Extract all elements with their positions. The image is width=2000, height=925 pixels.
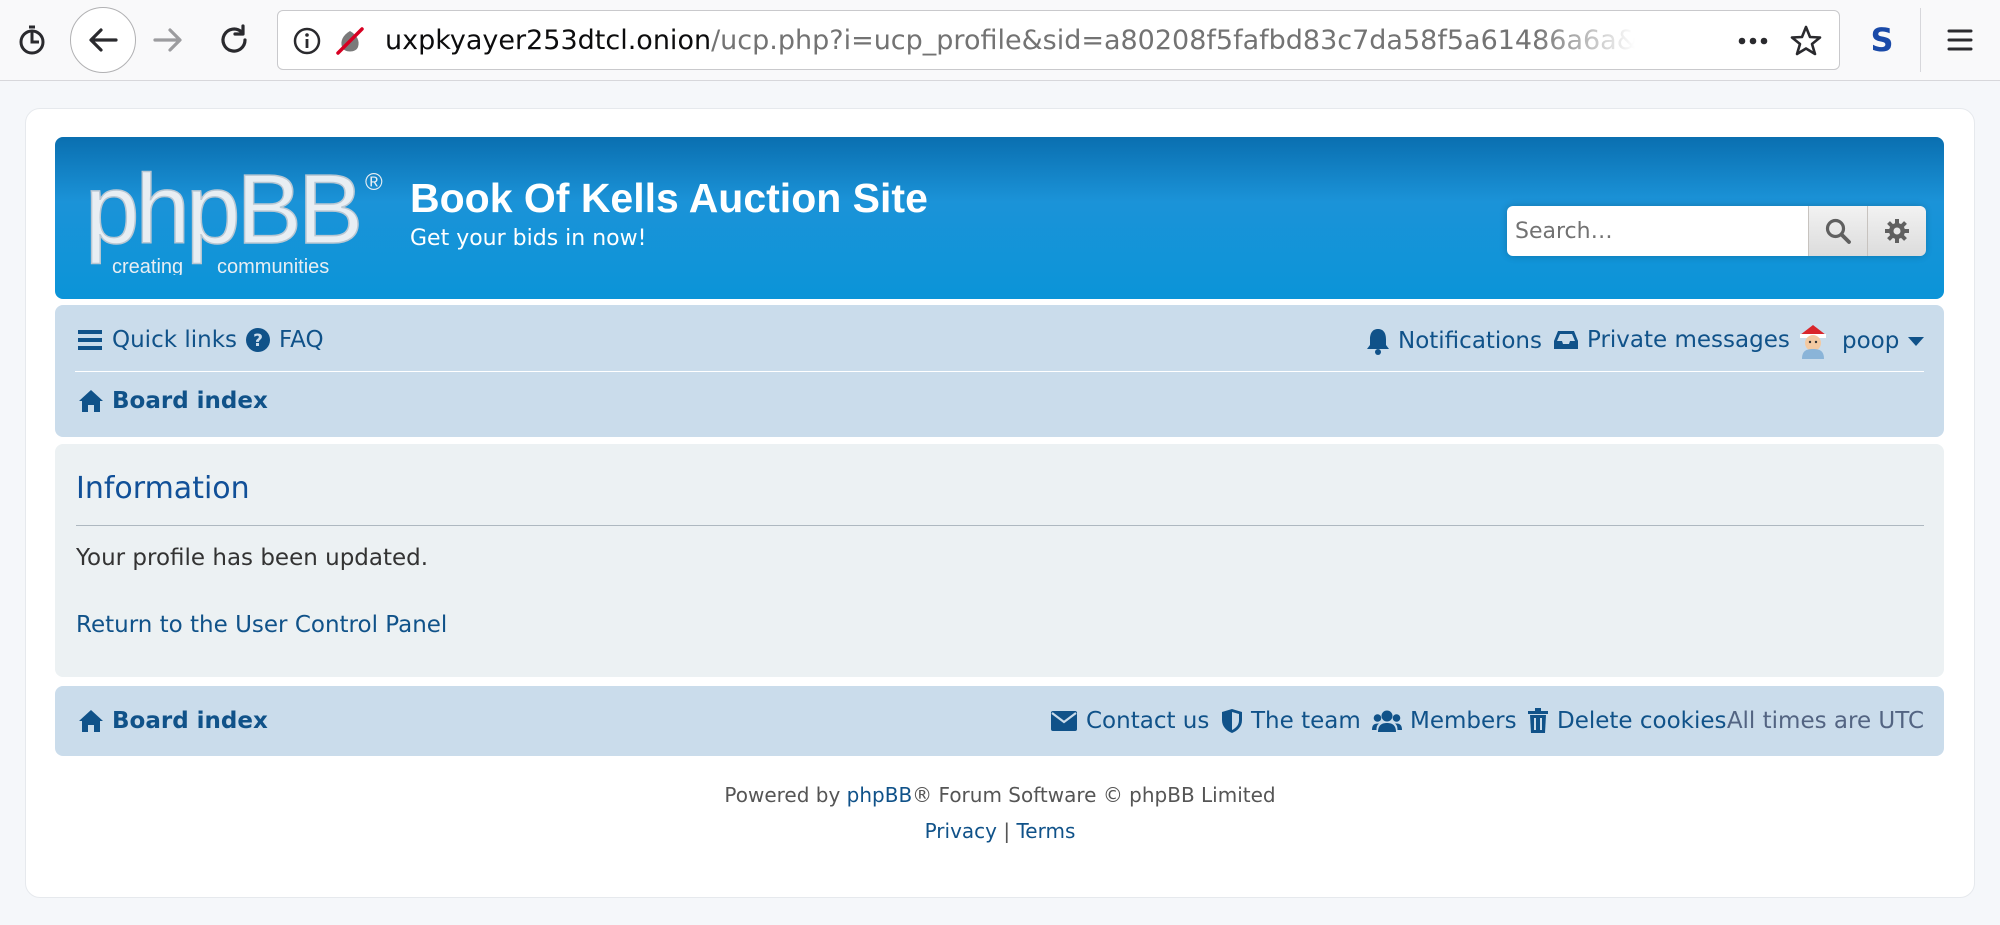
footer-board-index-link[interactable]: Board index — [78, 708, 268, 734]
navbar — [55, 305, 1944, 437]
panel-divider — [76, 525, 1924, 526]
gear-icon — [1885, 219, 1909, 243]
copyright-line: Powered by phpBB® Forum Software © phpBB… — [0, 783, 2000, 807]
tor-onion-icon[interactable] — [12, 20, 52, 60]
reload-icon — [221, 24, 247, 53]
faq-label: FAQ — [279, 327, 324, 353]
search-button[interactable] — [1808, 206, 1867, 256]
onion-connection-icon[interactable] — [334, 25, 366, 57]
trash-icon — [1528, 708, 1548, 733]
terms-link[interactable]: Terms — [1016, 819, 1075, 843]
avatar — [1800, 325, 1826, 359]
home-icon — [79, 390, 103, 412]
logo-text: phpBB — [85, 165, 359, 264]
contact-us-label: Contact us — [1086, 708, 1210, 734]
noscript-extension-button[interactable]: S — [1862, 20, 1902, 60]
the-team-link[interactable]: The team — [1221, 708, 1361, 734]
arrow-left-icon — [89, 28, 118, 52]
inbox-icon — [1554, 331, 1578, 349]
site-description: Get your bids in now! — [410, 226, 647, 251]
quick-links-label: Quick links — [112, 327, 238, 353]
forward-button[interactable] — [148, 20, 188, 60]
members-link[interactable]: Members — [1372, 708, 1517, 734]
navbar-divider — [75, 371, 1924, 372]
url-host: uxpkyayer253dtcl.onion — [385, 25, 712, 56]
notifications-link[interactable]: Notifications — [1366, 327, 1542, 355]
reload-button[interactable] — [214, 20, 254, 60]
quick-links-menu[interactable]: Quick links — [78, 327, 237, 353]
search-box — [1507, 206, 1926, 256]
bars-icon — [78, 330, 102, 350]
delete-cookies-label: Delete cookies — [1557, 708, 1727, 734]
information-panel: Information Your profile has been update… — [55, 444, 1944, 677]
footer-separator: | — [1003, 819, 1011, 843]
phpbb-logo[interactable]: phpBB ® creating communities — [84, 153, 385, 278]
envelope-icon — [1051, 711, 1077, 731]
members-label: Members — [1410, 708, 1517, 734]
caret-down-icon — [1908, 337, 1925, 346]
question-circle-icon: ? — [246, 328, 270, 352]
bell-icon — [1367, 329, 1389, 355]
privacy-link[interactable]: Privacy — [925, 819, 997, 843]
logo-registered-mark: ® — [365, 169, 383, 196]
footer-links: Privacy | Terms — [0, 819, 2000, 843]
panel-title: Information — [76, 471, 250, 506]
delete-cookies-link[interactable]: Delete cookies — [1527, 708, 1727, 734]
shield-icon — [1222, 709, 1242, 733]
breadcrumb-board-index[interactable]: Board index — [78, 388, 268, 414]
contact-us-link[interactable]: Contact us — [1050, 708, 1209, 734]
board-index-label: Board index — [112, 388, 268, 414]
user-profile-menu[interactable]: poop — [1796, 323, 1925, 359]
arrow-right-icon — [153, 28, 182, 52]
private-messages-link[interactable]: Private messages — [1553, 327, 1790, 353]
hamburger-menu-icon[interactable] — [1940, 20, 1980, 60]
powered-suffix-text: ® Forum Software © phpBB Limited — [912, 783, 1276, 807]
bookmark-star-icon[interactable] — [1789, 24, 1823, 58]
info-icon[interactable] — [292, 26, 322, 56]
browser-toolbar: uxpkyayer253dtcl.onion/ucp.php?i=ucp_pro… — [0, 0, 2000, 81]
powered-by-text: Powered by — [724, 783, 841, 807]
search-icon — [1825, 218, 1851, 244]
phpbb-link[interactable]: phpBB — [847, 783, 913, 807]
notifications-label: Notifications — [1398, 328, 1542, 354]
url-bar[interactable]: uxpkyayer253dtcl.onion/ucp.php?i=ucp_pro… — [277, 10, 1840, 70]
url-path: /ucp.php?i=ucp_profile&sid=a80208f5fafbd… — [711, 25, 1635, 56]
timezone-text: All times are UTC — [1726, 708, 1924, 734]
url-text[interactable]: uxpkyayer253dtcl.onion/ucp.php?i=ucp_pro… — [385, 23, 1635, 59]
the-team-label: The team — [1251, 708, 1361, 734]
advanced-search-button[interactable] — [1867, 206, 1926, 256]
username-label: poop — [1842, 328, 1900, 354]
footer-board-index-label: Board index — [112, 708, 268, 734]
search-input[interactable] — [1507, 206, 1807, 256]
more-actions-icon[interactable] — [1733, 26, 1773, 56]
svg-text:?: ? — [253, 331, 263, 351]
logo-tagline-right: communities — [217, 256, 329, 275]
private-messages-label: Private messages — [1587, 327, 1790, 353]
logo-tagline-left: creating — [112, 256, 183, 275]
status-message: Your profile has been updated. — [76, 545, 429, 571]
users-icon — [1372, 710, 1402, 732]
back-button[interactable] — [70, 7, 136, 73]
site-title[interactable]: Book Of Kells Auction Site — [410, 175, 928, 222]
faq-link[interactable]: ? FAQ — [245, 327, 324, 353]
return-to-ucp-link[interactable]: Return to the User Control Panel — [76, 612, 447, 638]
toolbar-separator — [1920, 8, 1921, 72]
home-icon — [79, 710, 103, 732]
